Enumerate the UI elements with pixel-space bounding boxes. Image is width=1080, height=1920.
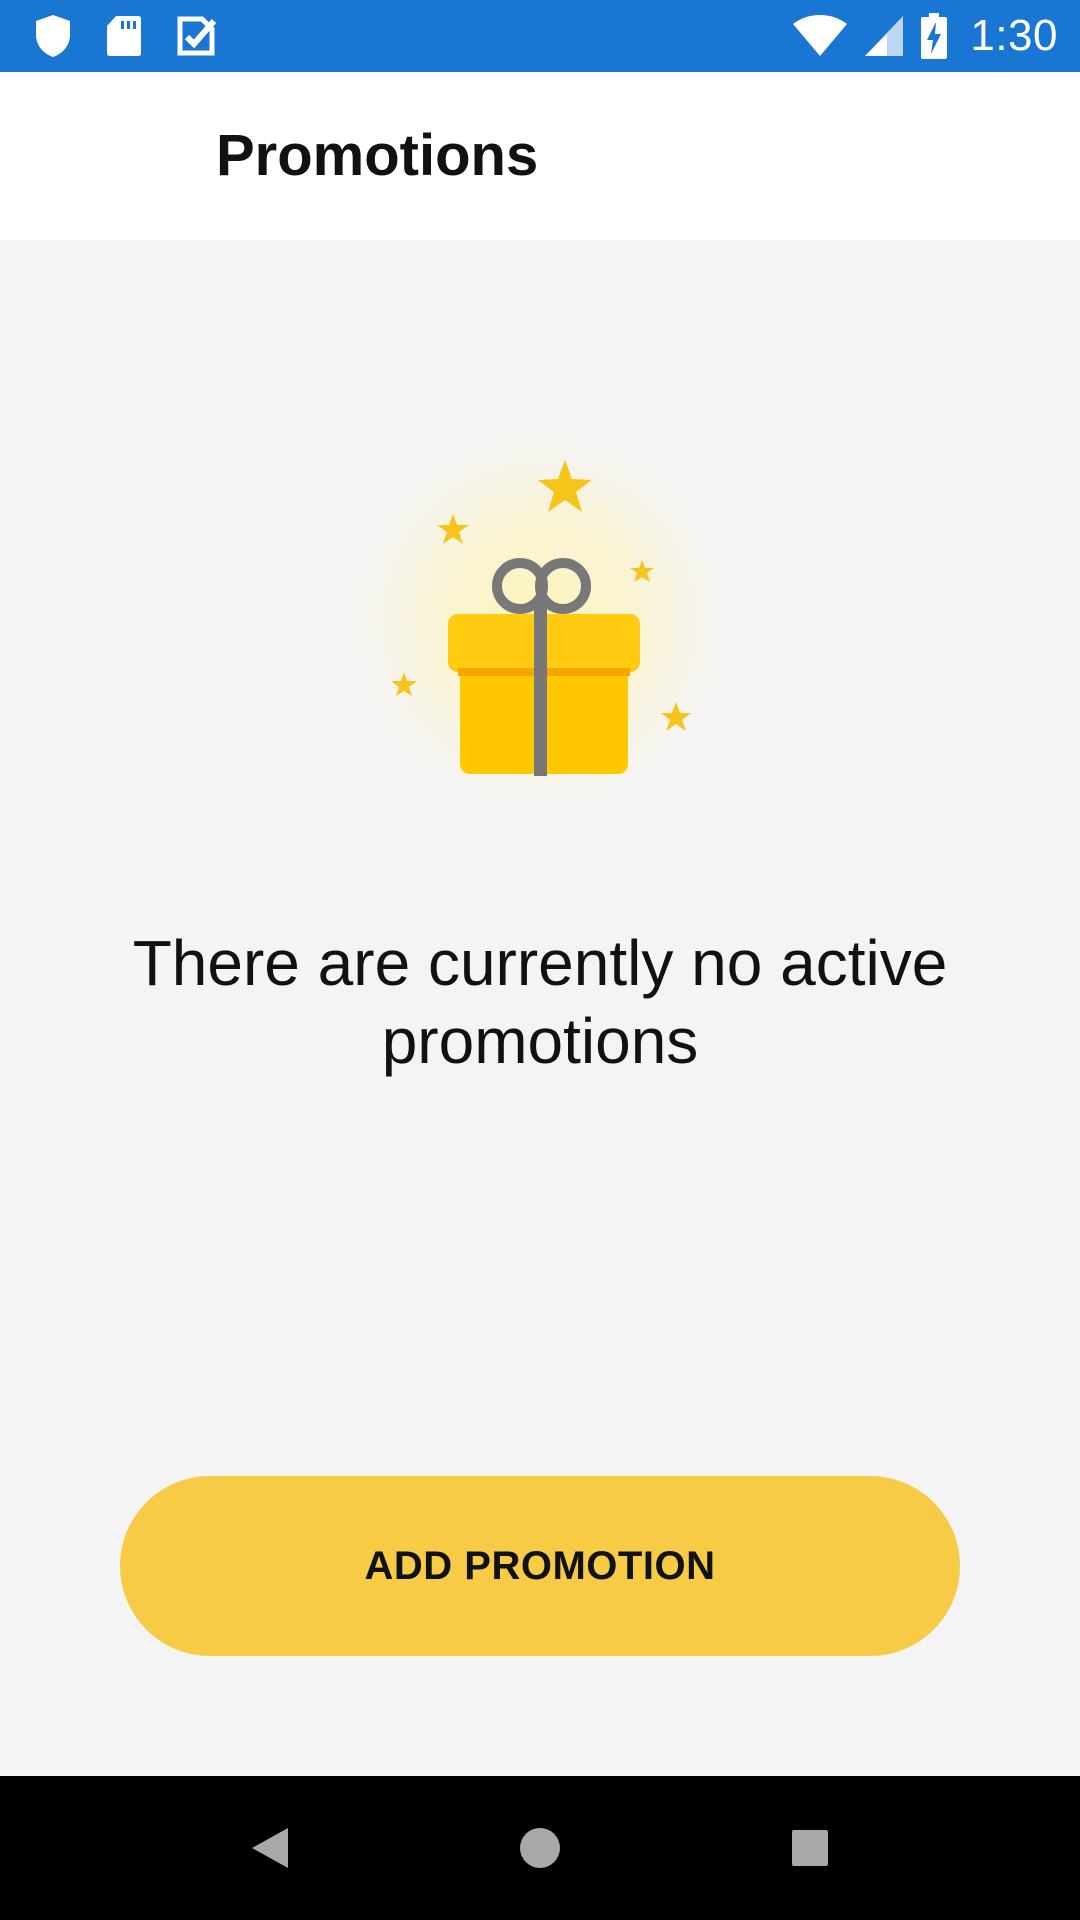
gift-icon (320, 400, 760, 840)
status-right-icons: 1:30 (792, 0, 1058, 72)
sd-card-icon (106, 14, 142, 58)
recents-icon[interactable] (740, 1776, 880, 1920)
status-left-icons (34, 0, 218, 72)
add-promotion-button[interactable]: ADD PROMOTION (120, 1476, 960, 1656)
status-time: 1:30 (970, 11, 1058, 60)
back-icon[interactable] (200, 1776, 340, 1920)
page-title: Promotions (216, 123, 539, 188)
empty-state-message: There are currently no active promotions (132, 927, 948, 1077)
status-bar: 1:30 (0, 0, 1080, 72)
shield-icon (34, 13, 72, 59)
home-icon[interactable] (470, 1776, 610, 1920)
clipboard-check-icon (176, 15, 218, 57)
navigation-bar (0, 1776, 1080, 1920)
app-bar: Promotions (0, 72, 1080, 240)
signal-icon (864, 14, 904, 58)
add-promotion-label: ADD PROMOTION (364, 1543, 716, 1588)
battery-charging-icon (920, 12, 948, 60)
wifi-icon (792, 14, 848, 58)
